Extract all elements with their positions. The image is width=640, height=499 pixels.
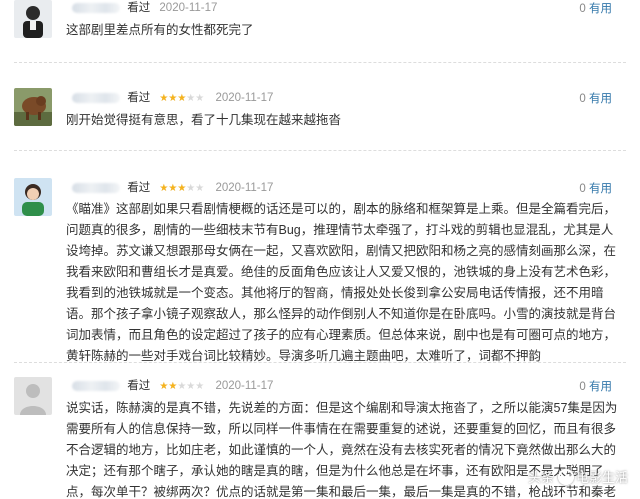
useful-button[interactable]: 有用 [589, 183, 612, 195]
useful-count: 0 [579, 183, 586, 195]
watched-label: 看过 [127, 182, 151, 194]
useful-button[interactable]: 有用 [589, 93, 612, 105]
useful-count: 0 [579, 93, 586, 105]
rating-stars: ★★★★★★★★★★ [159, 183, 205, 194]
review-meta: 看过 ★★★★★★★★★★ 2020-11-17 [72, 180, 273, 196]
review-text: 这部剧里差点所有的女性都死完了 [66, 23, 267, 37]
useful-vote[interactable]: 0 有用 [579, 90, 612, 106]
review-meta: 看过 ★★★★★★★★★★ 2020-11-17 [72, 90, 273, 106]
avatar[interactable] [14, 178, 52, 216]
useful-vote[interactable]: 0 有用 [579, 0, 612, 16]
review-meta: 看过 2020-11-17 [72, 0, 217, 16]
review-date: 2020-11-17 [215, 380, 274, 392]
review-date: 2020-11-17 [215, 92, 274, 104]
review-date: 2020-11-17 [159, 2, 218, 14]
avatar[interactable] [14, 0, 52, 38]
watermark-left: 头条 [527, 470, 554, 485]
username-blurred[interactable] [72, 2, 120, 13]
watermark-right: 电影生活 [575, 470, 628, 485]
review-text: 《瞄准》这部剧如果只看剧情梗概的话还是可以的，剧本的脉络和框架算是上乘。但是全篇… [66, 202, 617, 363]
useful-button[interactable]: 有用 [589, 3, 612, 15]
rating-stars: ★★★★★★★★★★ [159, 93, 205, 104]
watermark-at-icon [557, 469, 574, 485]
watermark: 头条 电影生活 [528, 467, 628, 489]
review-date: 2020-11-17 [215, 182, 274, 194]
watched-label: 看过 [127, 2, 151, 14]
divider [14, 362, 626, 364]
avatar[interactable] [14, 88, 52, 126]
rating-stars: ★★★★★★★★★★ [159, 381, 205, 392]
useful-vote[interactable]: 0 有用 [579, 378, 612, 394]
username-blurred[interactable] [72, 182, 120, 193]
divider [14, 62, 626, 64]
watched-label: 看过 [127, 380, 151, 392]
divider [14, 150, 626, 152]
useful-button[interactable]: 有用 [589, 381, 612, 393]
useful-count: 0 [579, 381, 586, 393]
watched-label: 看过 [127, 92, 151, 104]
username-blurred[interactable] [72, 380, 120, 391]
useful-vote[interactable]: 0 有用 [579, 180, 612, 196]
review-text: 刚开始觉得挺有意思，看了十几集现在越来越拖沓 [66, 113, 342, 127]
username-blurred[interactable] [72, 92, 120, 103]
avatar[interactable] [14, 377, 52, 415]
review-meta: 看过 ★★★★★★★★★★ 2020-11-17 [72, 378, 273, 394]
useful-count: 0 [579, 3, 586, 15]
